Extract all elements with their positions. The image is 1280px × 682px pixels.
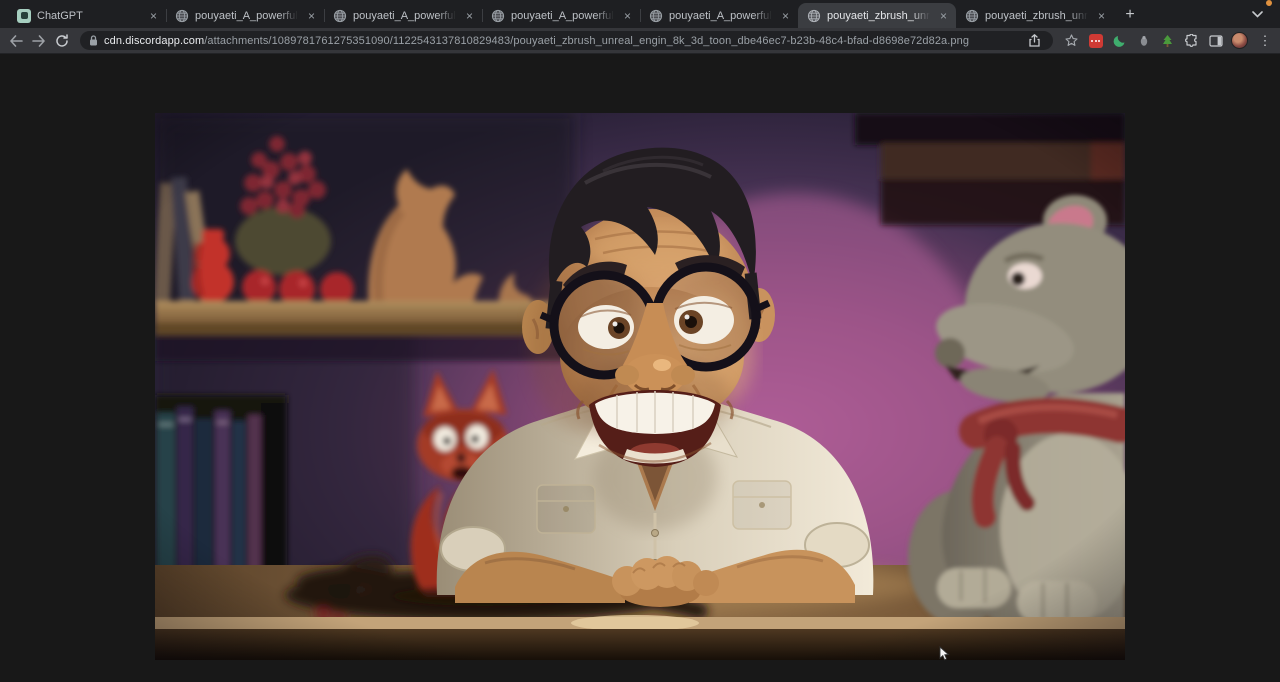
tab-title: ChatGPT — [37, 10, 140, 22]
navigation-toolbar: cdn.discordapp.com/attachments/108978176… — [0, 28, 1280, 54]
tab-close-icon[interactable]: × — [936, 8, 951, 23]
tab-close-icon[interactable]: × — [304, 8, 319, 23]
globe-favicon — [965, 9, 979, 23]
globe-favicon — [649, 9, 663, 23]
tab-title: pouyaeti_zbrush_unreal_engin — [985, 10, 1088, 22]
globe-favicon — [807, 9, 821, 23]
chatgpt-favicon — [17, 9, 31, 23]
back-button[interactable] — [7, 32, 25, 50]
puzzle-extensions-icon[interactable] — [1182, 31, 1201, 50]
tab-strip: ChatGPT × pouyaeti_A_powerful_modern × p… — [0, 0, 1280, 28]
forward-button[interactable] — [30, 32, 48, 50]
tab-title: pouyaeti_A_powerful_modern — [195, 10, 298, 22]
bookmark-star-icon[interactable] — [1062, 31, 1081, 50]
address-bar[interactable]: cdn.discordapp.com/attachments/108978176… — [80, 31, 1053, 50]
reload-button[interactable] — [53, 32, 71, 50]
tab-discord-image-3[interactable]: pouyaeti_A_powerful_modern × — [482, 3, 640, 28]
url-domain: cdn.discordapp.com — [104, 35, 204, 47]
extension-red-icon[interactable] — [1086, 31, 1105, 50]
new-tab-button[interactable]: + — [1118, 3, 1142, 27]
gray-extension-icon[interactable] — [1134, 31, 1153, 50]
image-content — [155, 113, 1125, 660]
update-available-dot — [1266, 0, 1272, 6]
dark-mode-moon-icon[interactable] — [1110, 31, 1129, 50]
tab-discord-image-5[interactable]: pouyaeti_zbrush_unreal_engin × — [956, 3, 1114, 28]
tab-discord-image-active[interactable]: pouyaeti_zbrush_unreal_engin × — [798, 3, 956, 28]
tab-discord-image-1[interactable]: pouyaeti_A_powerful_modern × — [166, 3, 324, 28]
url-path: /attachments/1089781761275351090/1122543… — [204, 35, 969, 47]
side-panel-icon[interactable] — [1206, 31, 1225, 50]
globe-favicon — [491, 9, 505, 23]
chevron-down-icon — [1252, 11, 1263, 18]
tab-close-icon[interactable]: × — [620, 8, 635, 23]
menu-dots-icon[interactable]: ⋮ — [1254, 31, 1273, 50]
lock-icon[interactable] — [89, 35, 98, 46]
browser-window: ChatGPT × pouyaeti_A_powerful_modern × p… — [0, 0, 1280, 682]
tab-search-chevron[interactable] — [1246, 3, 1268, 25]
tab-title: pouyaeti_A_powerful_modern — [669, 10, 772, 22]
tree-extension-icon[interactable] — [1158, 31, 1177, 50]
tab-close-icon[interactable]: × — [146, 8, 161, 23]
tab-discord-image-4[interactable]: pouyaeti_A_powerful_modern × — [640, 3, 798, 28]
url-text: cdn.discordapp.com/attachments/108978176… — [104, 35, 1019, 47]
viewed-image[interactable] — [155, 113, 1125, 660]
profile-avatar[interactable] — [1230, 31, 1249, 50]
tab-title: pouyaeti_zbrush_unreal_engin — [827, 10, 930, 22]
share-icon[interactable] — [1025, 31, 1044, 50]
globe-favicon — [333, 9, 347, 23]
tab-close-icon[interactable]: × — [1094, 8, 1109, 23]
tab-close-icon[interactable]: × — [462, 8, 477, 23]
tab-title: pouyaeti_A_powerful_modern — [353, 10, 456, 22]
tab-discord-image-2[interactable]: pouyaeti_A_powerful_modern × — [324, 3, 482, 28]
tab-chatgpt[interactable]: ChatGPT × — [8, 3, 166, 28]
vignette — [155, 113, 1125, 660]
tab-close-icon[interactable]: × — [778, 8, 793, 23]
globe-favicon — [175, 9, 189, 23]
tab-title: pouyaeti_A_powerful_modern — [511, 10, 614, 22]
page-content — [0, 54, 1280, 682]
